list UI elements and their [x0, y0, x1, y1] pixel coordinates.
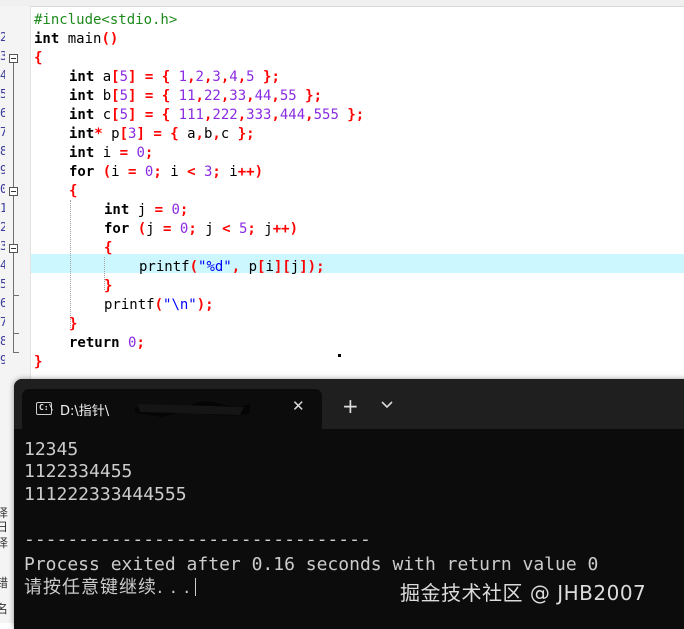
code-line: { — [34, 50, 43, 66]
line-number: 3 — [0, 239, 5, 253]
watermark: 掘金技术社区 @ JHB2007 — [400, 581, 647, 605]
code-editor[interactable]: 2 3 4 5 6 7 8 9 0 1 2 3 4 5 6 7 8 9 #inc… — [0, 0, 684, 380]
side-panel-text: 错 — [0, 576, 9, 590]
output-line: Process exited after 0.16 seconds with r… — [24, 554, 599, 575]
fold-guide-line — [13, 63, 14, 353]
terminal-window[interactable]: C:\ D:\指针\ ✕ + 12345 1122334455 11122233… — [14, 379, 684, 629]
code-line: int j = 0; — [104, 202, 189, 218]
line-number: 6 — [0, 296, 5, 310]
line-number: 5 — [0, 277, 5, 291]
code-line: int* p[3] = { a,b,c }; — [69, 126, 255, 142]
line-number-gutter: 2 3 4 5 6 7 8 9 0 1 2 3 4 5 6 7 8 9 — [0, 6, 31, 380]
code-line: int a[5] = { 1,2,3,4,5 }; — [69, 69, 280, 85]
code-line: } — [104, 278, 113, 294]
line-number: 5 — [0, 87, 5, 101]
fold-end-mark — [13, 352, 19, 353]
line-number: 9 — [0, 163, 5, 177]
console-icon: C:\ — [36, 402, 53, 415]
output-line: 111222333444555 — [24, 484, 187, 505]
fold-toggle-icon[interactable] — [9, 244, 18, 253]
code-line: return 0; — [69, 335, 145, 351]
output-separator: -------------------------------- — [24, 529, 371, 550]
fold-toggle-icon[interactable] — [9, 54, 18, 63]
tab-title: D:\指针\ — [60, 404, 110, 419]
code-line: { — [104, 240, 113, 256]
code-line: for (j = 0; j < 5; j++) — [104, 221, 299, 237]
redacted-scribble — [134, 401, 250, 417]
editor-tab-strip — [0, 0, 684, 7]
code-line: for (i = 0; i < 3; i++) — [69, 164, 264, 180]
line-number: 1 — [0, 201, 5, 215]
close-icon[interactable]: ✕ — [292, 397, 305, 415]
new-tab-button[interactable]: + — [342, 396, 359, 416]
fold-end-mark — [13, 333, 19, 334]
line-number: 8 — [0, 334, 5, 348]
code-line: int main() — [34, 31, 119, 47]
code-line: } — [69, 316, 78, 332]
line-number: 8 — [0, 144, 5, 158]
code-line: int b[5] = { 11,22,33,44,55 }; — [69, 88, 323, 104]
terminal-tab-bar: C:\ D:\指针\ ✕ + — [14, 379, 684, 429]
current-line-highlight — [31, 254, 684, 273]
line-number: 4 — [0, 258, 5, 272]
code-line-current: printf("%d", p[i][j]); — [139, 259, 325, 275]
code-line: #include<stdio.h> — [34, 12, 178, 28]
text-cursor — [194, 578, 196, 596]
fold-end-mark — [13, 295, 19, 296]
line-number: 2 — [0, 220, 5, 234]
code-line: int i = 0; — [69, 145, 154, 161]
output-prompt: 请按任意键继续. . . — [24, 577, 196, 599]
code-line: int c[5] = { 111,222,333,444,555 }; — [69, 107, 365, 123]
line-number: 7 — [0, 125, 5, 139]
line-number: 4 — [0, 68, 5, 82]
prompt-text: 请按任意键继续. . . — [24, 577, 191, 598]
line-number: 9 — [0, 353, 5, 367]
indent-guide — [70, 200, 71, 328]
code-line: } — [34, 354, 43, 370]
code-line: printf("\n"); — [104, 297, 214, 313]
line-number: 7 — [0, 315, 5, 329]
code-line: { — [69, 183, 78, 199]
line-number: 0 — [0, 182, 5, 196]
side-panel-text: 名 — [0, 602, 9, 616]
output-line: 12345 — [24, 439, 79, 460]
output-line: 1122334455 — [24, 461, 133, 482]
chevron-down-icon[interactable] — [380, 397, 394, 411]
line-number: 2 — [0, 30, 5, 44]
side-panel-text: 译 — [0, 536, 9, 550]
mouse-pointer-dot — [338, 354, 341, 357]
terminal-tab[interactable]: C:\ D:\指针\ ✕ — [22, 389, 322, 429]
fold-toggle-icon[interactable] — [9, 187, 18, 196]
line-number: 6 — [0, 106, 5, 120]
line-number: 3 — [0, 49, 5, 63]
